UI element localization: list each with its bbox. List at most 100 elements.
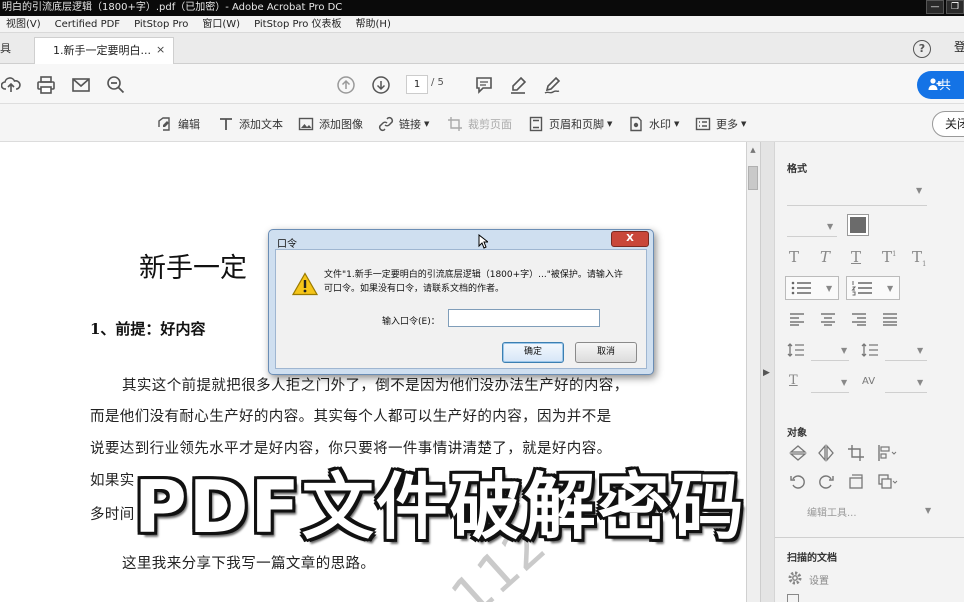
add-image-button[interactable]: 添加图像	[298, 115, 363, 133]
page-number-input[interactable]: 1	[406, 75, 428, 94]
paragraph-spacing-icon[interactable]	[861, 342, 879, 361]
close-tool-button[interactable]: 关闭	[932, 111, 964, 137]
align-center-icon[interactable]	[820, 312, 836, 329]
bullet-list-icon	[791, 281, 811, 295]
tab-row: 具 1.新手一定要明白... ×	[0, 33, 964, 64]
menu-help[interactable]: 帮助(H)	[350, 16, 399, 32]
watermark-label: 水印	[649, 118, 671, 131]
main-toolbar: 1 / 5 共	[0, 64, 964, 104]
checkbox[interactable]	[787, 594, 799, 602]
align-objects-icon[interactable]	[877, 444, 899, 465]
add-text-button[interactable]: 添加文本	[218, 115, 283, 133]
underline-icon[interactable]: T	[851, 248, 861, 266]
vertical-scrollbar[interactable]	[746, 142, 760, 602]
baseline-icon[interactable]: T	[789, 373, 798, 388]
password-input[interactable]	[448, 309, 600, 327]
chevron-down-icon: ▼	[925, 506, 932, 515]
watermark-button[interactable]: 水印 ▼	[628, 115, 679, 133]
font-color-swatch[interactable]	[847, 214, 869, 236]
character-spacing-select[interactable]	[885, 392, 927, 393]
dialog-close-button[interactable]: X	[611, 231, 649, 247]
ok-button[interactable]: 确定	[502, 342, 564, 363]
chevron-down-icon: ▼	[916, 186, 923, 195]
align-right-icon[interactable]	[851, 312, 867, 329]
chevron-down-icon: ▼	[841, 378, 848, 387]
warning-icon	[291, 272, 319, 296]
link-label: 链接	[399, 118, 421, 131]
flip-vertical-icon[interactable]	[789, 444, 807, 465]
scanned-docs-heading: 扫描的文档	[787, 553, 837, 564]
crop-label: 裁剪页面	[468, 118, 512, 131]
previous-page-icon[interactable]	[335, 74, 357, 96]
crop-icon[interactable]	[847, 444, 865, 465]
password-dialog: 口令 X 文件"1.新手一定要明白的引流底层逻辑（1800+字）..."被保护。…	[268, 229, 654, 375]
document-title: 新手一定	[139, 253, 247, 284]
gear-icon[interactable]	[787, 570, 803, 589]
line-spacing-icon[interactable]	[787, 342, 805, 361]
chevron-down-icon: ▼	[826, 284, 833, 293]
superscript-icon[interactable]: T1	[882, 248, 896, 266]
help-icon[interactable]: ?	[913, 40, 931, 58]
edit-tools-link[interactable]: 编辑工具...	[807, 504, 857, 519]
rotate-ccw-icon[interactable]	[789, 473, 807, 494]
sign-in-button[interactable]: 登	[954, 38, 964, 55]
link-button[interactable]: 链接 ▼	[378, 115, 429, 133]
line-spacing-select[interactable]	[811, 360, 849, 361]
menu-view[interactable]: 视图(V)	[0, 16, 49, 32]
more-label: 更多	[716, 118, 738, 131]
next-page-icon[interactable]	[370, 74, 392, 96]
print-icon[interactable]	[35, 74, 57, 96]
chevron-down-icon: ▼	[424, 120, 430, 128]
baseline-select[interactable]	[811, 392, 849, 393]
chevron-down-icon: ▼	[887, 284, 894, 293]
character-spacing-icon[interactable]: AV	[862, 376, 875, 387]
format-panel: 格式 ▼ ▼ T T T T1 T1 ▼ ▼ ▼ ▼ T ▼ AV ▼ 对象 编…	[774, 142, 964, 602]
rotate-cw-icon[interactable]	[817, 473, 835, 494]
tab-tools[interactable]: 具	[0, 33, 11, 64]
restore-button[interactable]: ❐	[946, 0, 964, 14]
cancel-button[interactable]: 取消	[575, 342, 637, 363]
cloud-upload-icon[interactable]	[0, 74, 22, 96]
align-justify-icon[interactable]	[882, 312, 898, 329]
comment-icon[interactable]	[473, 74, 495, 96]
crop-pages-button[interactable]: 裁剪页面	[447, 115, 512, 133]
font-size-select[interactable]	[787, 236, 837, 237]
align-left-icon[interactable]	[789, 312, 805, 329]
header-footer-icon	[529, 116, 543, 132]
text-t-icon[interactable]: T	[789, 248, 799, 266]
highlight-pen-icon[interactable]	[507, 74, 529, 96]
menu-certified-pdf[interactable]: Certified PDF	[49, 16, 128, 32]
chevron-down-icon: ▼	[917, 346, 924, 355]
expand-arrow-icon[interactable]: ▶	[763, 368, 770, 378]
bullet-list-button[interactable]: ▼	[785, 276, 839, 300]
more-button[interactable]: 更多 ▼	[695, 115, 746, 133]
replace-image-icon[interactable]	[847, 473, 865, 494]
scrollbar-thumb[interactable]	[748, 166, 758, 190]
numbered-list-button[interactable]: ▼	[846, 276, 900, 300]
font-family-select[interactable]	[787, 205, 927, 206]
flip-horizontal-icon[interactable]	[817, 444, 835, 465]
sign-icon[interactable]	[541, 74, 563, 96]
email-icon[interactable]	[70, 74, 92, 96]
subscript-icon[interactable]: T1	[912, 248, 926, 268]
password-label: 输入口令(E)：	[382, 317, 440, 327]
edit-button[interactable]: 编辑	[157, 115, 200, 133]
tab-document[interactable]: 1.新手一定要明白...	[34, 37, 174, 64]
scroll-up-icon[interactable]: ▲	[748, 146, 758, 156]
arrange-objects-icon[interactable]	[877, 473, 899, 494]
menu-pitstop-pro[interactable]: PitStop Pro	[128, 16, 196, 32]
chevron-down-icon: ▼	[674, 120, 680, 128]
zoom-out-icon[interactable]	[105, 74, 127, 96]
italic-icon[interactable]: T	[820, 248, 830, 266]
watermark-icon	[630, 116, 642, 132]
menu-pitstop-dashboard[interactable]: PitStop Pro 仪表板	[248, 16, 349, 32]
tab-close-icon[interactable]: ×	[156, 43, 165, 56]
header-footer-label: 页眉和页脚	[549, 118, 604, 131]
minimize-button[interactable]: —	[926, 0, 944, 14]
settings-label[interactable]: 设置	[809, 572, 829, 587]
header-footer-button[interactable]: 页眉和页脚 ▼	[528, 115, 612, 133]
chevron-down-icon: ▼	[607, 120, 613, 128]
menu-bar: 视图(V) Certified PDF PitStop Pro 窗口(W) Pi…	[0, 16, 964, 33]
menu-window[interactable]: 窗口(W)	[196, 16, 248, 32]
paragraph-spacing-select[interactable]	[885, 360, 927, 361]
